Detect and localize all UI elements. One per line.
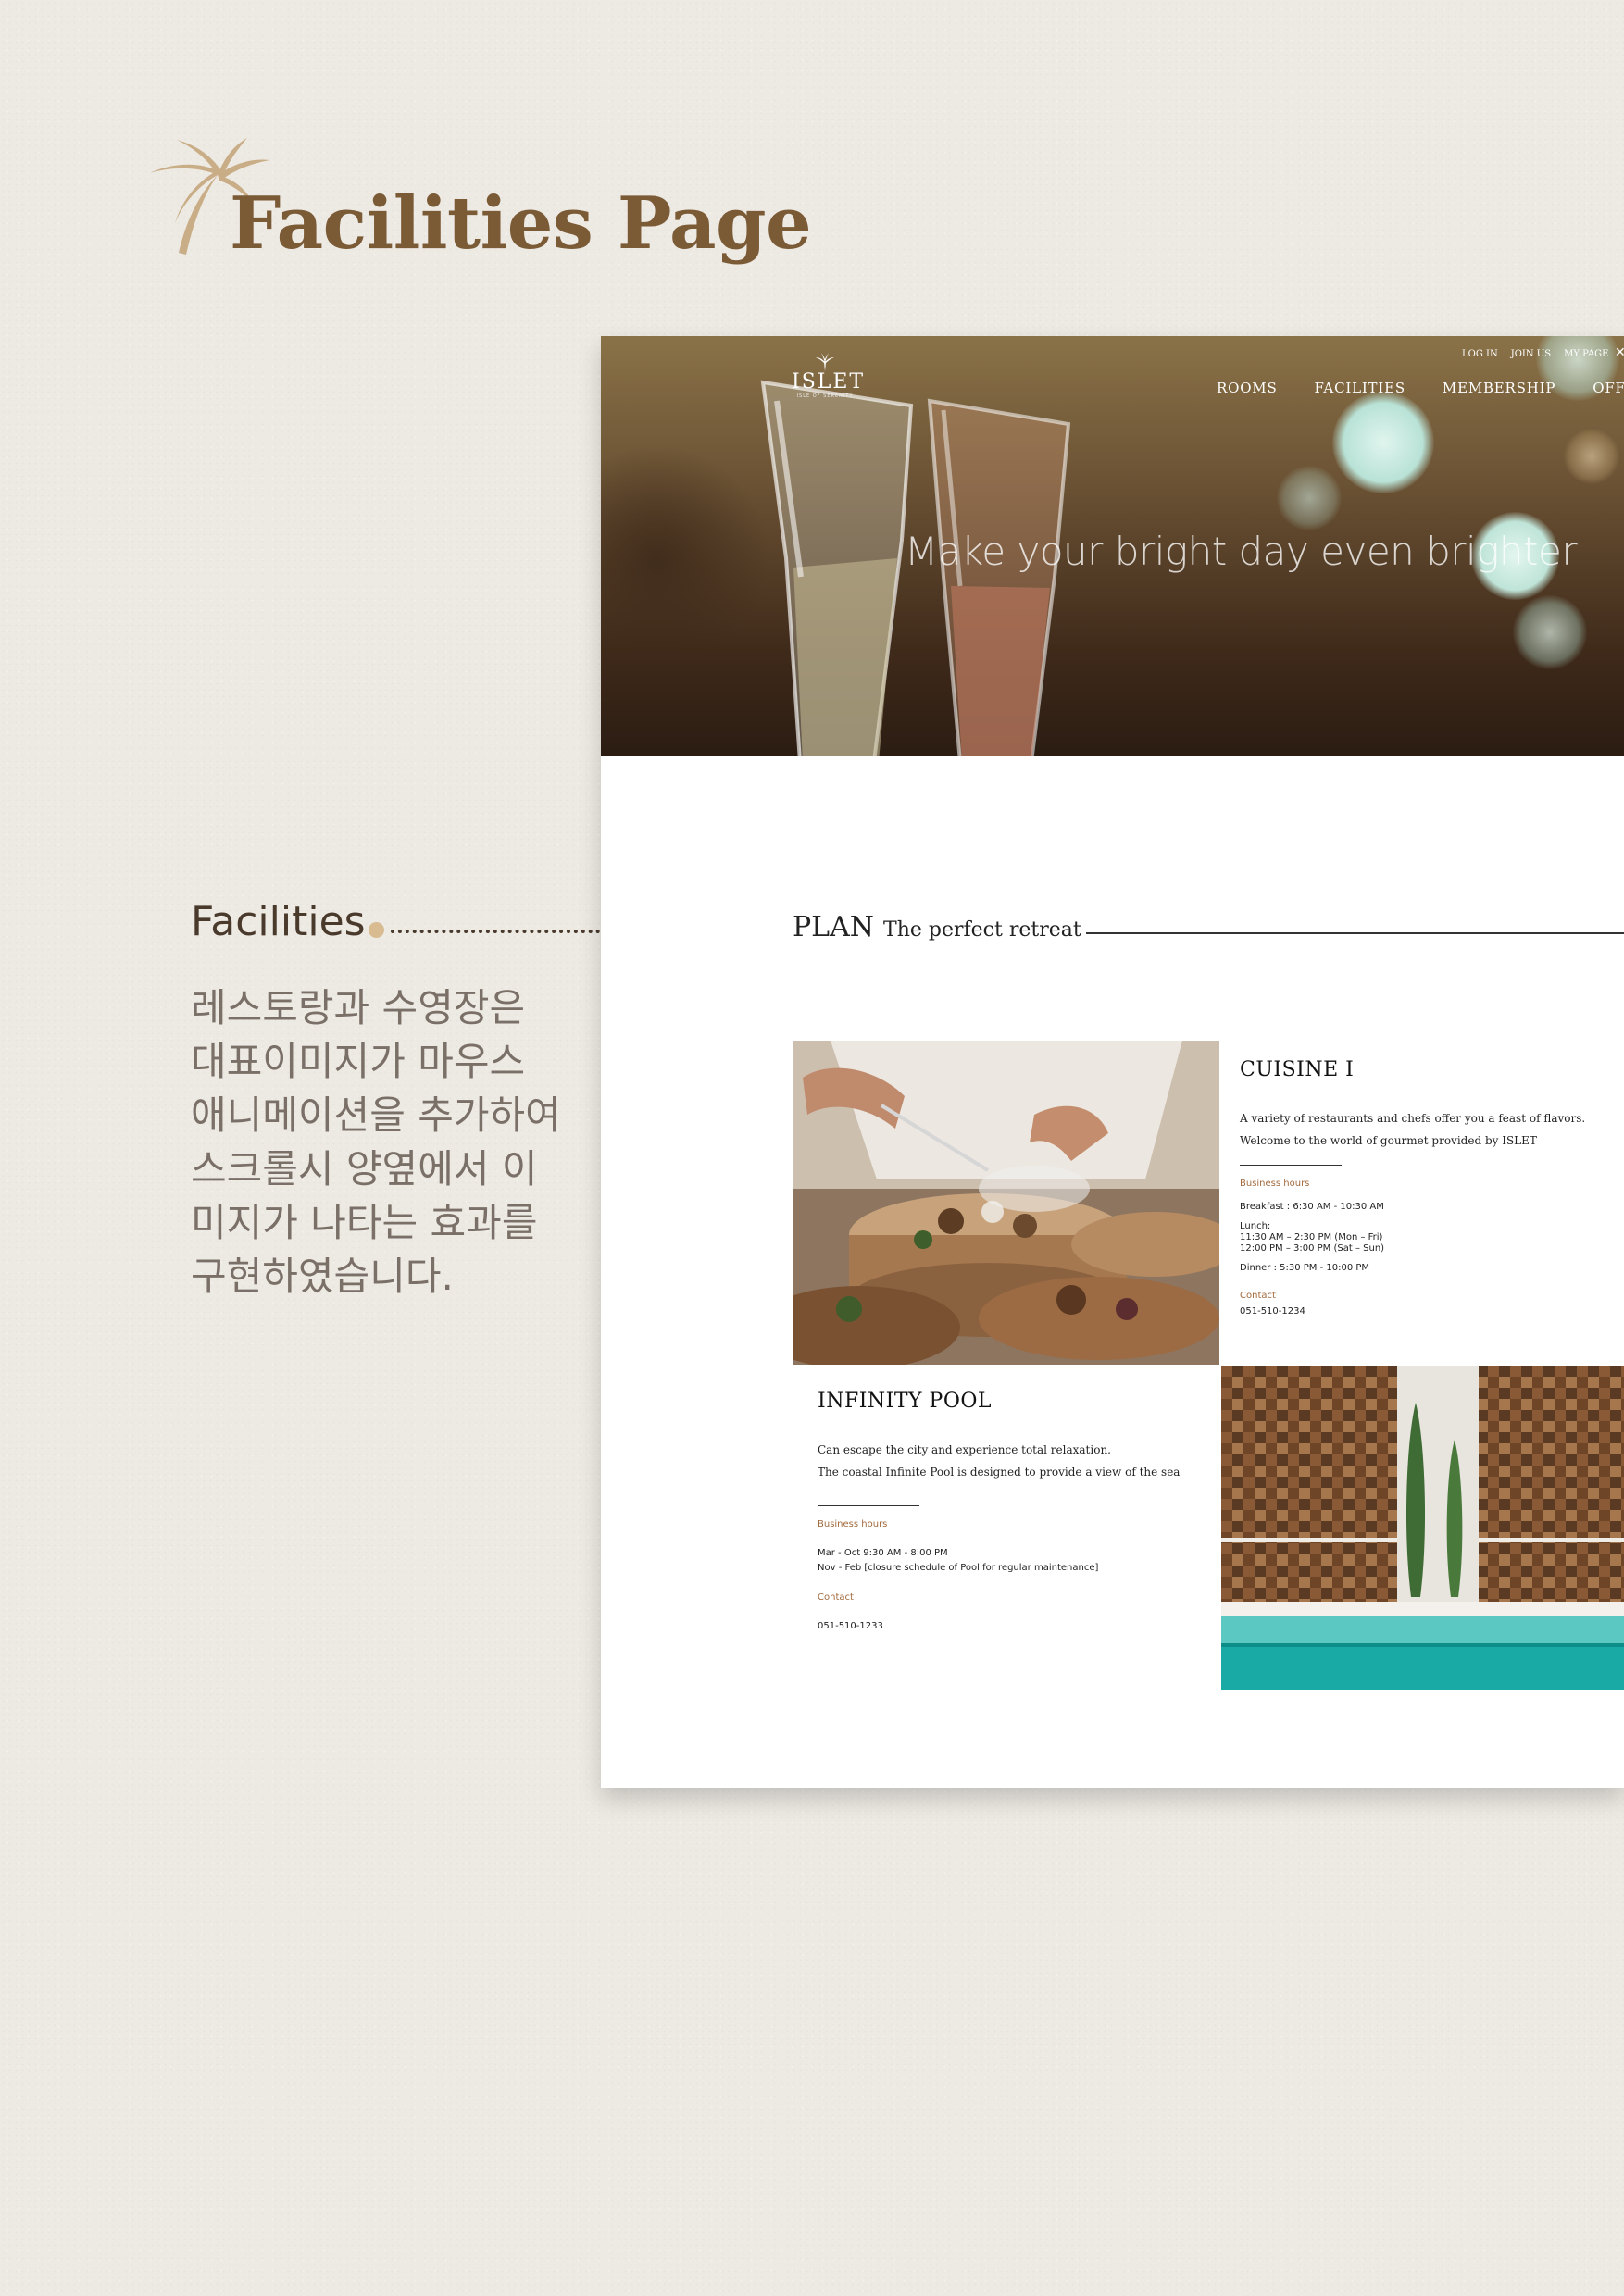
cuisine-divider — [1240, 1165, 1342, 1166]
cuisine-contact: 051-510-1234 — [1240, 1306, 1305, 1316]
bokeh-light — [1513, 595, 1587, 669]
pool-description: The coastal Infinite Pool is designed to… — [818, 1466, 1181, 1479]
annotation-text: 레스토랑과 수영장은 대표이미지가 마우스 애니메이션을 추가하여 스크롤시 양… — [191, 981, 580, 1304]
cuisine-image[interactable] — [793, 1041, 1219, 1365]
my-page-link[interactable]: MY PAGE — [1564, 349, 1608, 359]
annotation-line: 스크롤시 양옆에서 이 — [191, 1146, 538, 1192]
cuisine-info: CUISINE I A variety of restaurants and c… — [1240, 1058, 1610, 1326]
bokeh-light — [1332, 392, 1434, 493]
pool-divider — [818, 1505, 919, 1506]
palm-logo-icon — [816, 353, 834, 371]
site-logo-text: ISLET — [792, 370, 866, 393]
cuisine-hours-line: 11:30 AM – 2:30 PM (Mon – Fri) — [1240, 1232, 1383, 1242]
close-icon[interactable]: ✕ — [1615, 345, 1624, 360]
cuisine-hours-label: Business hours — [1240, 1179, 1310, 1189]
cuisine-title: CUISINE I — [1240, 1058, 1355, 1081]
annotation-line: 애니메이션을 추가하여 — [191, 1092, 561, 1138]
site-logo[interactable]: ISLET ISLE OF SERENITY — [792, 353, 866, 399]
nav-item-membership[interactable]: MEMBERSHIP — [1443, 380, 1555, 396]
cuisine-hours-line: Breakfast : 6:30 AM - 10:30 AM — [1240, 1202, 1384, 1212]
pool-hours-line: Nov - Feb [closure schedule of Pool for … — [818, 1563, 1099, 1573]
pool-title: INFINITY POOL — [818, 1390, 993, 1413]
bokeh-light — [1277, 466, 1342, 530]
site-logo-subtitle: ISLE OF SERENITY — [796, 393, 854, 399]
nav-item-offers[interactable]: OFFERS — [1593, 380, 1624, 396]
join-link[interactable]: JOIN US — [1511, 349, 1551, 359]
cuisine-contact-label: Contact — [1240, 1291, 1276, 1301]
hero-banner: ISLET ISLE OF SERENITY LOG IN JOIN US MY… — [601, 336, 1624, 756]
cuisine-hours-line: Dinner : 5:30 PM - 10:00 PM — [1240, 1263, 1370, 1273]
cuisine-hours-line: 12:00 PM – 3:00 PM (Sat – Sun) — [1240, 1243, 1385, 1254]
cuisine-description: A variety of restaurants and chefs offer… — [1240, 1112, 1586, 1125]
pool-photo — [1221, 1366, 1624, 1690]
pool-image[interactable] — [1221, 1366, 1624, 1690]
plan-word: PLAN — [793, 911, 875, 943]
main-nav: ROOMS FACILITIES MEMBERSHIP OFFERS — [1217, 380, 1624, 396]
bokeh-light — [1564, 429, 1619, 484]
page-title: Facilities Page — [230, 181, 812, 266]
website-mockup: ISLET ISLE OF SERENITY LOG IN JOIN US MY… — [601, 336, 1624, 1788]
annotation-heading: Facilities — [191, 898, 366, 945]
pool-contact: 051-510-1233 — [818, 1621, 883, 1631]
pool-info: INFINITY POOL Can escape the city and ex… — [818, 1390, 1206, 1641]
cuisine-hours-line: Lunch: — [1240, 1221, 1271, 1231]
hero-tagline: Make your bright day even brighter — [905, 529, 1578, 574]
annotation-dot — [369, 922, 384, 938]
annotation-line: 대표이미지가 마우스 — [191, 1039, 526, 1084]
pool-hours-label: Business hours — [818, 1519, 888, 1529]
annotation-line: 구현하였습니다. — [191, 1254, 454, 1299]
nav-item-rooms[interactable]: ROOMS — [1217, 380, 1278, 396]
cuisine-photo — [793, 1041, 1219, 1365]
section-heading: PLAN The perfect retreat — [793, 911, 1081, 943]
cuisine-description: Welcome to the world of gourmet provided… — [1240, 1134, 1537, 1147]
pool-description: Can escape the city and experience total… — [818, 1443, 1111, 1456]
annotation-line: 미지가 나타는 효과를 — [191, 1200, 538, 1245]
utility-nav: LOG IN JOIN US MY PAGE — [1462, 349, 1608, 359]
pool-hours-line: Mar - Oct 9:30 AM - 8:00 PM — [818, 1548, 948, 1558]
plan-subtitle: The perfect retreat — [883, 918, 1081, 942]
login-link[interactable]: LOG IN — [1462, 349, 1498, 359]
nav-item-facilities[interactable]: FACILITIES — [1315, 380, 1405, 396]
annotation-line: 레스토랑과 수영장은 — [191, 985, 526, 1030]
pool-contact-label: Contact — [818, 1592, 854, 1603]
section-divider — [1086, 932, 1624, 934]
